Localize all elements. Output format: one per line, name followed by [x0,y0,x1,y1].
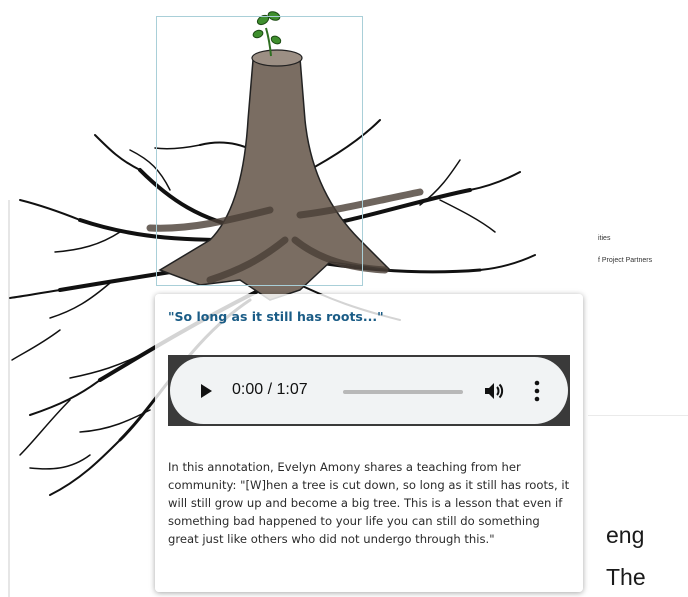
annotation-title: "So long as it still has roots..." [168,309,384,324]
more-options-icon[interactable] [532,379,542,403]
annotation-popup: "So long as it still has roots..." 0:00 … [155,294,583,592]
background-body-text: eng [606,522,645,548]
annotation-body-text: In this annotation, Evelyn Amony shares … [168,460,570,546]
background-body-text: The [606,564,646,590]
audio-time-display: 0:00 / 1:07 [232,381,308,398]
audio-controls: 0:00 / 1:07 [170,357,568,424]
play-icon[interactable] [201,384,212,398]
background-side-text: ities [598,235,611,242]
volume-icon[interactable] [483,380,505,402]
audio-player: 0:00 / 1:07 [168,355,570,426]
audio-progress-bar[interactable] [343,390,463,394]
background-divider [588,415,688,416]
background-side-text: f Project Partners [598,257,653,264]
annotation-region-box[interactable] [156,16,363,286]
